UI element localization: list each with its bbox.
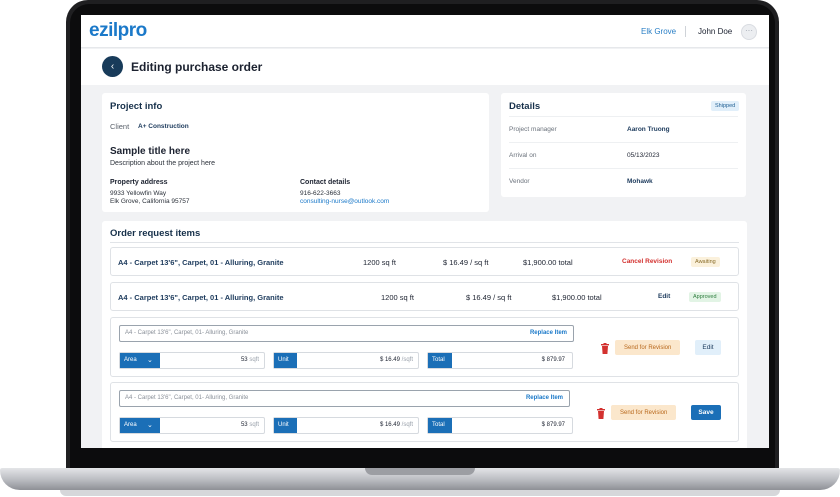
avatar[interactable]: ··· <box>741 24 757 40</box>
detail-key: Project manager <box>509 126 557 133</box>
laptop-notch <box>365 468 475 475</box>
unit-price-field[interactable]: Unit $ 16.49 /sqft <box>273 352 419 369</box>
project-title: Sample title here <box>110 146 191 157</box>
detail-value: 05/13/2023 <box>627 152 660 159</box>
total-field: Total $ 879.97 <box>427 417 573 434</box>
area-value: 53 sqft <box>240 357 259 363</box>
order-items-card: Order request items A4 - Carpet 13'6", C… <box>102 221 747 448</box>
app-logo[interactable]: ezilpro <box>89 20 147 42</box>
app-screen: ezilpro Elk Grove John Doe ··· ‹ Editing… <box>81 15 769 448</box>
detail-row-project-manager: Project manager Aaron Truong <box>509 116 738 142</box>
item-area: 1200 sq ft <box>363 258 396 267</box>
status-badge: Awaiting <box>691 257 720 267</box>
section-divider <box>110 242 739 243</box>
details-title: Details <box>509 101 541 112</box>
page-title: Editing purchase order <box>131 60 263 74</box>
area-label: Area <box>124 422 137 428</box>
cancel-revision-button[interactable]: Cancel Revision <box>622 258 672 265</box>
detail-row-arrival: Arrival on 05/13/2023 <box>509 142 738 168</box>
total-label: Total <box>428 418 452 433</box>
replace-item-button[interactable]: Replace Item <box>530 330 567 336</box>
detail-value: Aaron Truong <box>627 126 670 133</box>
trash-icon[interactable] <box>600 343 610 354</box>
save-button[interactable]: Save <box>691 405 721 420</box>
unit-price-value: $ 16.49 /sqft <box>379 422 413 428</box>
location-selector[interactable]: Elk Grove <box>641 27 676 36</box>
detail-key: Arrival on <box>509 152 537 159</box>
trash-icon[interactable] <box>596 408 606 419</box>
detail-value: Mohawk <box>627 178 653 185</box>
order-row: A4 - Carpet 13'6", Carpet, 01 - Alluring… <box>110 282 739 311</box>
unit-price-field[interactable]: Unit $ 16.49 /sqft <box>273 417 419 434</box>
contact-email-link[interactable]: consulting-nurse@outlook.com <box>300 198 389 205</box>
address-line-2: Elk Grove, California 95757 <box>110 198 190 205</box>
top-navigation: ezilpro Elk Grove John Doe ··· <box>81 15 769 48</box>
user-name[interactable]: John Doe <box>698 27 732 36</box>
item-unit-price: $ 16.49 / sq ft <box>466 293 512 302</box>
area-dropdown[interactable]: Area ⌄ <box>120 353 160 368</box>
area-value: 53 sqft <box>240 422 259 428</box>
detail-key: Vendor <box>509 178 530 185</box>
unit-label: Unit <box>274 418 297 433</box>
laptop-shadow <box>60 490 780 496</box>
item-select-input[interactable]: A4 - Carpet 13'6", Carpet, 01- Alluring,… <box>119 325 574 342</box>
client-label: Client <box>110 122 130 131</box>
area-label: Area <box>124 357 137 363</box>
back-button[interactable]: ‹ <box>102 56 123 77</box>
item-area: 1200 sq ft <box>381 293 414 302</box>
status-badge: Approved <box>689 292 721 302</box>
area-dropdown[interactable]: Area ⌄ <box>120 418 160 433</box>
status-badge: Shipped <box>711 101 740 111</box>
item-select-text: A4 - Carpet 13'6", Carpet, 01- Alluring,… <box>125 395 249 401</box>
edit-item-button[interactable]: Edit <box>658 293 670 300</box>
item-select-text: A4 - Carpet 13'6", Carpet, 01- Alluring,… <box>125 330 249 336</box>
detail-row-vendor: Vendor Mohawk <box>509 168 738 194</box>
property-address-label: Property address <box>110 179 168 186</box>
laptop-mockup: ezilpro Elk Grove John Doe ··· ‹ Editing… <box>0 0 840 497</box>
order-items-title: Order request items <box>110 228 201 239</box>
item-name: A4 - Carpet 13'6", Carpet, 01 - Alluring… <box>118 293 284 302</box>
project-info-card: Project info Client A+ Construction Samp… <box>102 93 489 212</box>
edit-button[interactable]: Edit <box>695 340 721 355</box>
edit-item-panel: A4 - Carpet 13'6", Carpet, 01- Alluring,… <box>110 382 739 442</box>
contact-phone: 916-622-3663 <box>300 190 341 197</box>
project-description: Description about the project here <box>110 160 216 167</box>
item-select-input[interactable]: A4 - Carpet 13'6", Carpet, 01- Alluring,… <box>119 390 570 407</box>
unit-price-value: $ 16.49 /sqft <box>379 357 413 363</box>
item-unit-price: $ 16.49 / sq ft <box>443 258 489 267</box>
send-for-revision-button[interactable]: Send for Revision <box>615 340 681 355</box>
contact-details-label: Contact details <box>300 179 351 186</box>
order-row: A4 - Carpet 13'6", Carpet, 01 - Alluring… <box>110 247 739 276</box>
replace-item-button[interactable]: Replace Item <box>526 395 563 401</box>
edit-item-panel: A4 - Carpet 13'6", Carpet, 01- Alluring,… <box>110 317 739 377</box>
item-name: A4 - Carpet 13'6", Carpet, 01 - Alluring… <box>118 258 284 267</box>
total-value: $ 879.97 <box>541 422 565 428</box>
chevron-down-icon: ⌄ <box>147 357 153 364</box>
total-label: Total <box>428 353 452 368</box>
project-info-title: Project info <box>110 101 163 112</box>
area-field[interactable]: Area ⌄ 53 sqft <box>119 352 265 369</box>
item-total: $1,900.00 total <box>552 293 602 302</box>
total-value: $ 879.97 <box>541 357 565 363</box>
details-card: Details Shipped Project manager Aaron Tr… <box>501 93 746 197</box>
unit-label: Unit <box>274 353 297 368</box>
address-line-1: 9933 Yellowfin Way <box>110 190 167 197</box>
area-field[interactable]: Area ⌄ 53 sqft <box>119 417 265 434</box>
nav-divider <box>685 26 686 37</box>
send-for-revision-button[interactable]: Send for Revision <box>611 405 677 420</box>
client-value: A+ Construction <box>138 123 189 130</box>
total-field: Total $ 879.97 <box>427 352 573 369</box>
page-header: ‹ Editing purchase order <box>81 49 769 85</box>
chevron-down-icon: ⌄ <box>147 422 153 429</box>
item-total: $1,900.00 total <box>523 258 573 267</box>
